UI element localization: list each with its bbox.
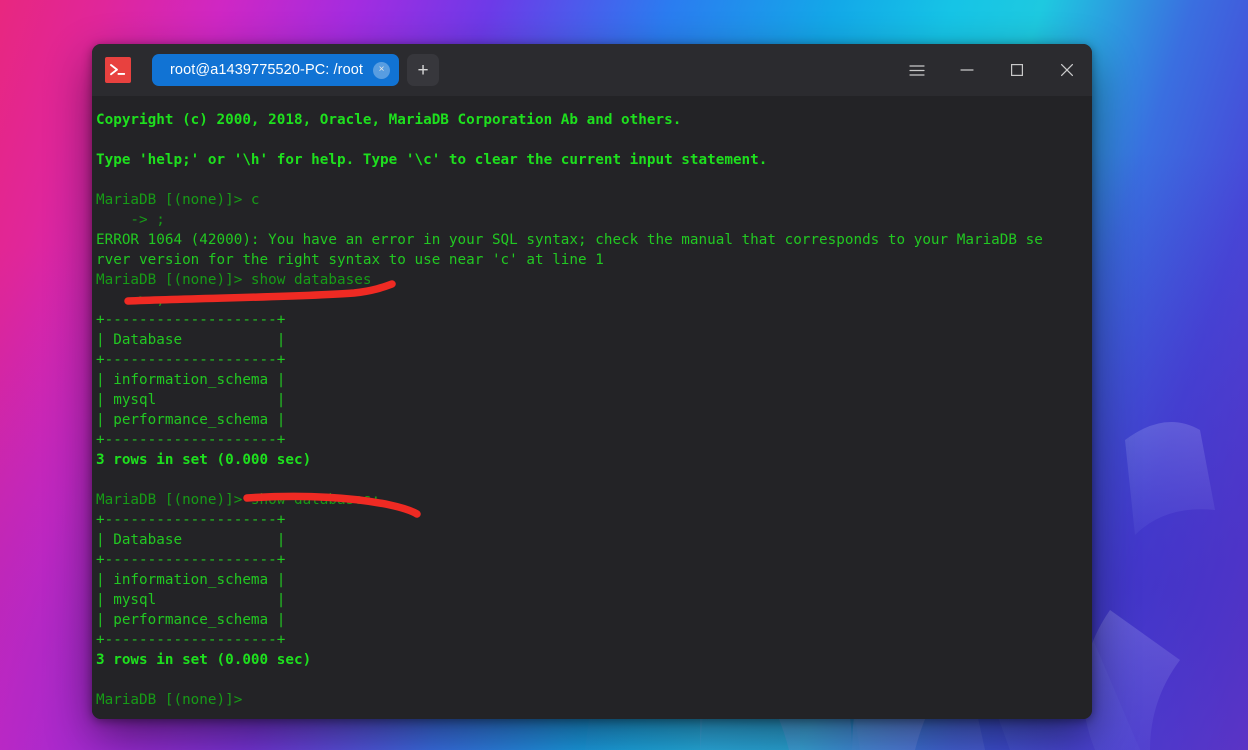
- terminal-line: | Database |: [96, 332, 286, 348]
- terminal-line: | mysql |: [96, 592, 286, 608]
- terminal-line: | Database |: [96, 532, 286, 548]
- tab-close-icon[interactable]: ×: [373, 61, 391, 79]
- terminal-line: MariaDB [(none)]> c: [96, 192, 260, 208]
- terminal-line: | information_schema |: [96, 372, 286, 388]
- terminal-output-pane[interactable]: Copyright (c) 2000, 2018, Oracle, MariaD…: [92, 96, 1092, 719]
- terminal-line: MariaDB [(none)]>: [96, 692, 243, 708]
- window-controls: [892, 44, 1092, 96]
- terminal-line: | information_schema |: [96, 572, 286, 588]
- terminal-line: 3 rows in set (0.000 sec): [96, 652, 312, 668]
- terminal-line: MariaDB [(none)]> show databases: [96, 272, 372, 288]
- tab-title: root@a1439775520-PC: /root: [170, 62, 364, 78]
- tab-strip: root@a1439775520-PC: /root × +: [152, 54, 440, 86]
- terminal-prompt-icon: [105, 57, 131, 83]
- terminal-line: 3 rows in set (0.000 sec): [96, 452, 312, 468]
- terminal-line: -> ;: [96, 292, 165, 308]
- terminal-line: +--------------------+: [96, 512, 286, 528]
- terminal-line: -> ;: [96, 212, 165, 228]
- terminal-line: +--------------------+: [96, 552, 286, 568]
- terminal-line: MariaDB [(none)]> show databases;: [96, 492, 381, 508]
- terminal-line: +--------------------+: [96, 632, 286, 648]
- new-tab-button[interactable]: +: [407, 54, 440, 86]
- terminal-line: Type 'help;' or '\h' for help. Type '\c'…: [96, 152, 768, 168]
- terminal-line: +--------------------+: [96, 432, 286, 448]
- terminal-line: | mysql |: [96, 392, 286, 408]
- title-bar[interactable]: root@a1439775520-PC: /root × +: [92, 44, 1092, 96]
- terminal-line: +--------------------+: [96, 352, 286, 368]
- tab-root-session[interactable]: root@a1439775520-PC: /root ×: [152, 54, 400, 86]
- terminal-line: +--------------------+: [96, 312, 286, 328]
- maximize-icon[interactable]: [992, 44, 1042, 96]
- terminal-line: ERROR 1064 (42000): You have an error in…: [96, 232, 1043, 248]
- minimize-icon[interactable]: [942, 44, 992, 96]
- terminal-line: | performance_schema |: [96, 412, 286, 428]
- hamburger-menu-icon[interactable]: [892, 44, 942, 96]
- terminal-line: rver version for the right syntax to use…: [96, 252, 604, 268]
- terminal-line: Copyright (c) 2000, 2018, Oracle, MariaD…: [96, 112, 682, 128]
- terminal-text: Copyright (c) 2000, 2018, Oracle, MariaD…: [96, 110, 1082, 710]
- terminal-line: | performance_schema |: [96, 612, 286, 628]
- close-icon[interactable]: [1042, 44, 1092, 96]
- terminal-window: root@a1439775520-PC: /root × + Copyright…: [92, 44, 1092, 719]
